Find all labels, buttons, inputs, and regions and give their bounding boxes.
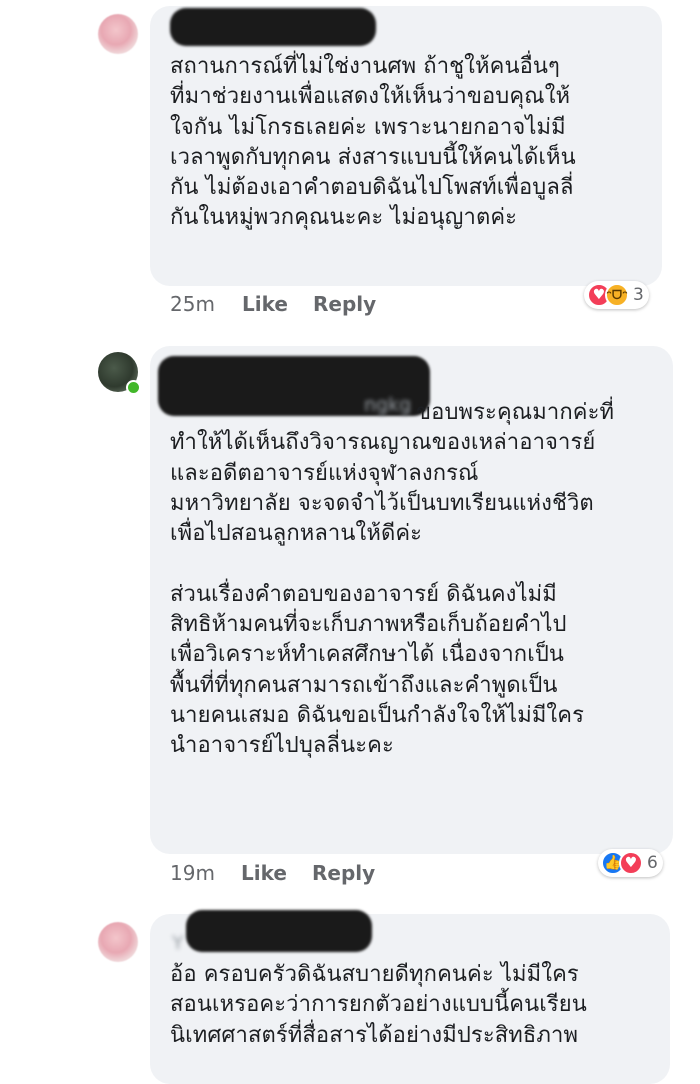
online-status-indicator <box>126 380 141 395</box>
comment-timestamp[interactable]: 25m <box>170 292 215 316</box>
comment-text: อ้อ ครอบครัวดิฉันสบายดีทุกคนค่ะ ไม่มีใคร… <box>170 962 587 1048</box>
comment-timestamp[interactable]: 19m <box>170 861 215 885</box>
comment-text: ขอบพระคุณมากค่ะที่ ทำให้ได้เห็นถึงวิจารณ… <box>170 400 615 759</box>
commenter-avatar[interactable] <box>98 922 138 962</box>
comment-bubble: สถานการณ์ที่ไม่ใช่งานศพ ถ้าชูให้คนอื่นๆ … <box>150 6 662 286</box>
reactions-summary[interactable]: 👍 ♥ 6 <box>598 849 663 877</box>
comment-bubble: Y อ้อ ครอบครัวดิฉันสบายดีทุกคนค่ะ ไม่มีใ… <box>150 910 670 1084</box>
reactions-summary[interactable]: ♥ ᵔᗜᵔ 3 <box>584 281 649 309</box>
heart-icon: ♥ <box>619 851 643 875</box>
like-button[interactable]: Like <box>242 292 288 316</box>
reply-button[interactable]: Reply <box>312 861 375 885</box>
like-button[interactable]: Like <box>241 861 287 885</box>
redacted-name <box>170 8 376 46</box>
reply-button[interactable]: Reply <box>313 292 376 316</box>
haha-icon: ᵔᗜᵔ <box>605 283 629 307</box>
comment-bubble: ngkg ขอบพระคุณมากค่ะที่ ทำให้ได้เห็นถึงว… <box>150 346 673 854</box>
reaction-count: 6 <box>647 853 658 873</box>
commenter-avatar[interactable] <box>98 14 138 54</box>
reaction-count: 3 <box>633 285 644 305</box>
commenter-name[interactable]: Y <box>172 932 184 954</box>
comment-text: สถานการณ์ที่ไม่ใช่งานศพ ถ้าชูให้คนอื่นๆ … <box>170 54 576 231</box>
redacted-name <box>186 910 372 952</box>
